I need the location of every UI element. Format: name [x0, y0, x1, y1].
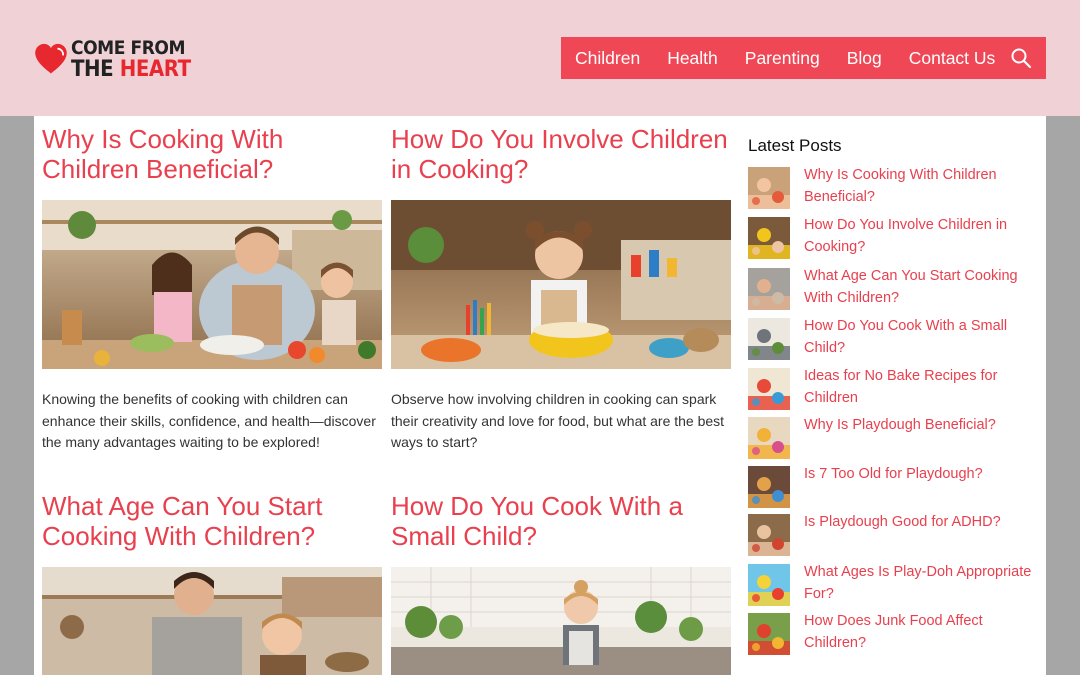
post-image-cooking-family[interactable] [42, 200, 382, 369]
post-title[interactable]: Why Is Cooking With Children Beneficial? [42, 124, 382, 184]
logo-text: COME FROM THE HEART [70, 37, 204, 82]
sidebar-post-thumbnail[interactable] [748, 564, 790, 606]
sidebar-post-thumbnail[interactable] [748, 318, 790, 360]
post-excerpt: Knowing the benefits of cooking with chi… [42, 391, 376, 451]
post-card: What Age Can You Start Cooking With Chil… [42, 491, 382, 551]
sidebar-post-title[interactable]: Is 7 Too Old for Playdough? [804, 464, 1036, 486]
sidebar-post-thumbnail[interactable] [748, 268, 790, 310]
post-title[interactable]: How Do You Cook With a Small Child? [391, 491, 731, 551]
logo-line-1: COME FROM [70, 37, 186, 59]
sidebar-post-thumbnail[interactable] [748, 167, 790, 209]
nav-item-children[interactable]: Children [575, 48, 640, 69]
sidebar-post-item[interactable]: How Does Junk Food Affect Children? [748, 613, 1038, 657]
sidebar-post-thumbnail[interactable] [748, 417, 790, 459]
post-card: How Do You Involve Children in Cooking? [391, 124, 731, 184]
post-title[interactable]: How Do You Involve Children in Cooking? [391, 124, 731, 184]
sidebar-post-thumbnail[interactable] [748, 466, 790, 508]
sidebar-post-item[interactable]: What Ages Is Play-Doh Appropriate For? [748, 564, 1038, 608]
search-icon[interactable] [1010, 47, 1032, 69]
sidebar-post-thumbnail[interactable] [748, 613, 790, 655]
sidebar-post-item[interactable]: Is Playdough Good for ADHD? [748, 514, 1038, 558]
sidebar-post-title[interactable]: Is Playdough Good for ADHD? [804, 512, 1036, 534]
sidebar-post-title[interactable]: How Do You Involve Children in Cooking? [804, 215, 1036, 258]
sidebar-post-item[interactable]: Is 7 Too Old for Playdough? [748, 466, 1038, 510]
sidebar: Latest Posts [748, 136, 1038, 156]
sidebar-post-title[interactable]: How Do You Cook With a Small Child? [804, 316, 1036, 359]
post-image-small-child-kitchen[interactable] [391, 567, 731, 675]
sidebar-post-item[interactable]: Why Is Playdough Beneficial? [748, 417, 1038, 461]
sidebar-post-title[interactable]: What Ages Is Play-Doh Appropriate For? [804, 562, 1036, 605]
post-title[interactable]: What Age Can You Start Cooking With Chil… [42, 491, 382, 551]
nav-item-contact-us[interactable]: Contact Us [909, 48, 996, 69]
sidebar-post-thumbnail[interactable] [748, 514, 790, 556]
nav-item-parenting[interactable]: Parenting [745, 48, 820, 69]
sidebar-post-title[interactable]: How Does Junk Food Affect Children? [804, 611, 1036, 654]
nav-item-blog[interactable]: Blog [847, 48, 882, 69]
heart-logo-icon [35, 43, 67, 74]
sidebar-post-item[interactable]: How Do You Involve Children in Cooking? [748, 217, 1038, 261]
sidebar-post-item[interactable]: How Do You Cook With a Small Child? [748, 318, 1038, 362]
sidebar-post-thumbnail[interactable] [748, 368, 790, 410]
logo-line-2-a: THE [70, 57, 120, 82]
post-image-girl-mixing[interactable] [391, 200, 731, 369]
sidebar-heading: Latest Posts [748, 136, 842, 155]
logo-line-2: THE HEART [70, 57, 191, 82]
sidebar-post-thumbnail[interactable] [748, 217, 790, 259]
sidebar-post-title[interactable]: What Age Can You Start Cooking With Chil… [804, 266, 1036, 309]
main-nav: Children Health Parenting Blog Contact U… [561, 37, 1046, 79]
sidebar-post-title[interactable]: Why Is Playdough Beneficial? [804, 415, 1036, 437]
post-card: How Do You Cook With a Small Child? [391, 491, 731, 551]
nav-item-health[interactable]: Health [667, 48, 718, 69]
site-logo[interactable]: COME FROM THE HEART [34, 33, 204, 85]
sidebar-post-item[interactable]: Ideas for No Bake Recipes for Children [748, 368, 1038, 412]
post-image-mother-child[interactable] [42, 567, 382, 675]
site-header: COME FROM THE HEART Children Health Pare… [0, 0, 1080, 116]
sidebar-post-item[interactable]: What Age Can You Start Cooking With Chil… [748, 268, 1038, 312]
post-card: Why Is Cooking With Children Beneficial? [42, 124, 382, 184]
sidebar-post-title[interactable]: Ideas for No Bake Recipes for Children [804, 366, 1036, 409]
logo-line-2-b: HEART [119, 57, 191, 82]
sidebar-post-item[interactable]: Why Is Cooking With Children Beneficial? [748, 167, 1038, 211]
sidebar-post-title[interactable]: Why Is Cooking With Children Beneficial? [804, 165, 1036, 208]
post-excerpt: Observe how involving children in cookin… [391, 391, 725, 451]
